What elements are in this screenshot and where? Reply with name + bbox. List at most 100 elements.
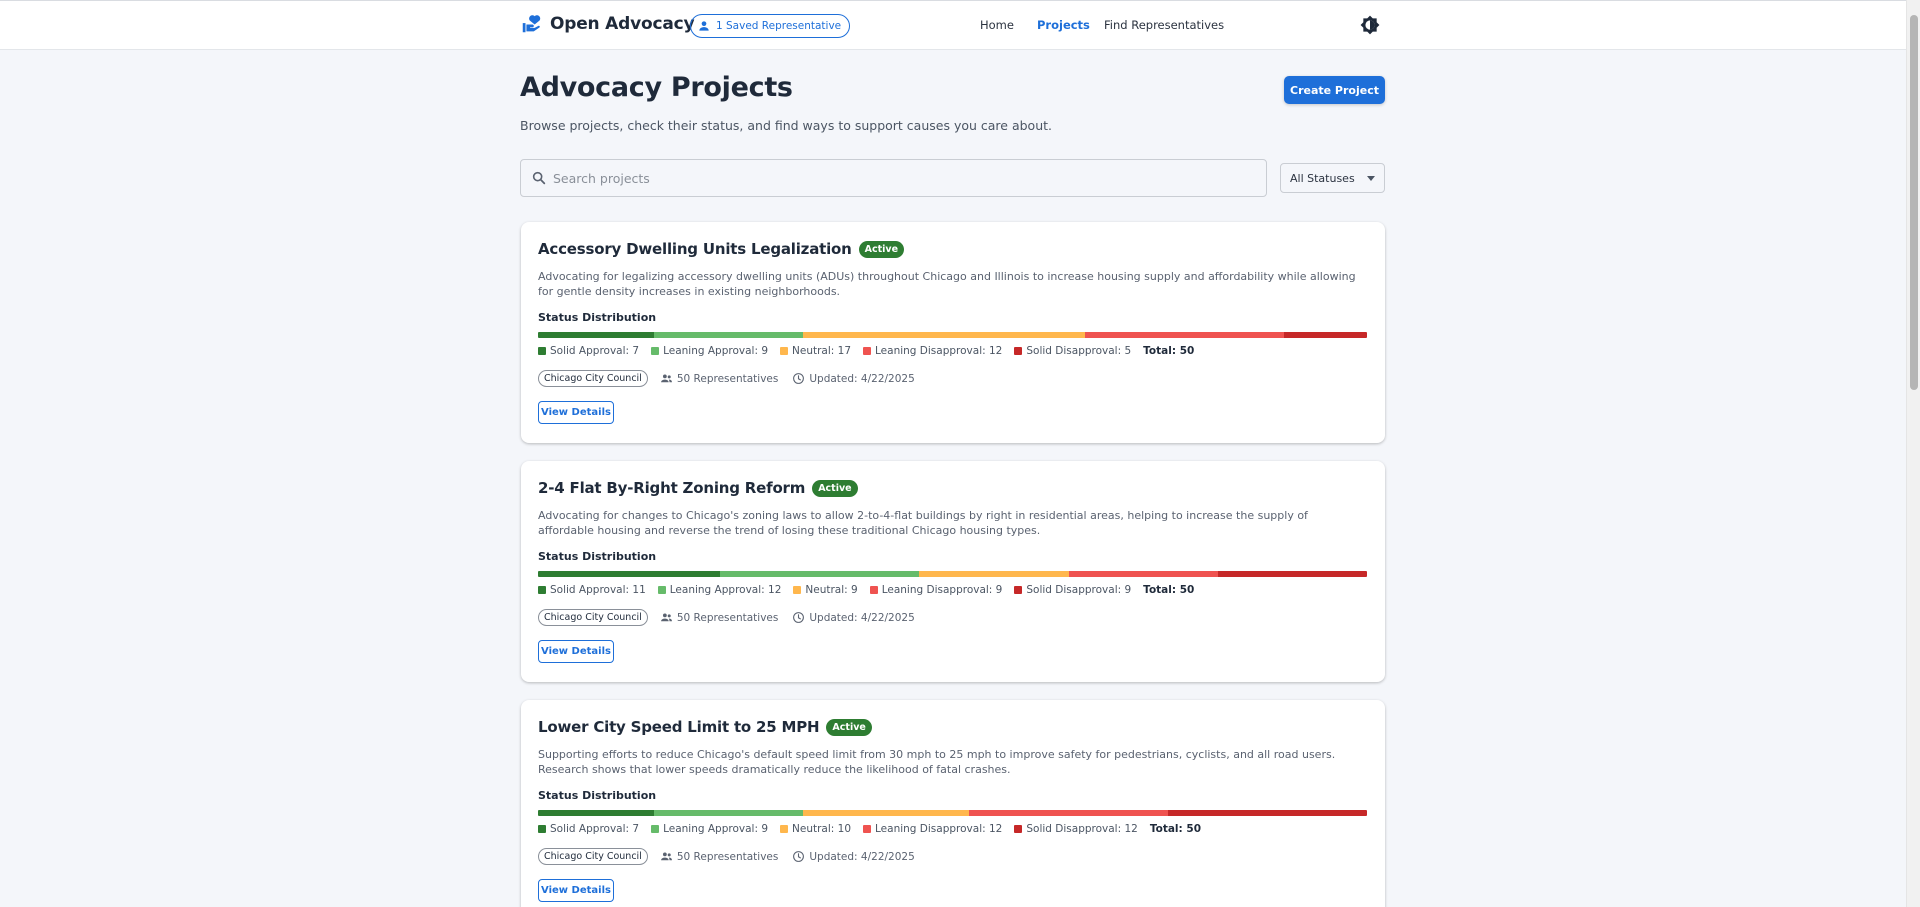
status-filter-value: All Statuses [1290, 171, 1355, 185]
status-legend: Solid Approval: 7 Leaning Approval: 9 Ne… [538, 345, 1194, 357]
legend-solid-disapproval: Solid Disapproval: 12 [1026, 823, 1138, 835]
status-distribution-label: Status Distribution [538, 311, 657, 324]
segment-leaning-disapproval [969, 810, 1169, 816]
page-subtitle: Browse projects, check their status, and… [520, 118, 1052, 133]
jurisdiction-chip: Chicago City Council [538, 370, 648, 387]
brand-logo-link[interactable]: Open Advocacy [520, 13, 695, 35]
status-badge: Active [826, 718, 872, 736]
legend-swatch [651, 347, 660, 355]
view-details-button[interactable]: View Details [538, 879, 614, 902]
search-input[interactable] [553, 170, 1233, 186]
people-icon [660, 852, 672, 861]
segment-neutral [803, 810, 970, 816]
project-card: Accessory Dwelling Units Legalization Ac… [521, 222, 1385, 443]
status-legend: Solid Approval: 11 Leaning Approval: 12 … [538, 584, 1194, 596]
representatives-count: 50 Representatives [676, 372, 779, 385]
nav-projects[interactable]: Projects [1037, 18, 1090, 32]
person-icon [699, 21, 709, 31]
segment-leaning-approval [654, 332, 804, 338]
advocacy-logo-icon [522, 15, 541, 33]
status-distribution-label: Status Distribution [538, 550, 657, 563]
clock-icon [793, 373, 805, 384]
people-icon [660, 374, 672, 383]
segment-leaning-disapproval [1068, 571, 1218, 577]
updated-date: Updated: 4/22/2025 [809, 611, 915, 624]
legend-leaning-disapproval: Leaning Disapproval: 9 [881, 584, 1003, 596]
legend-swatch [863, 825, 872, 833]
project-meta: Chicago City Council 50 Representatives … [538, 848, 929, 865]
segment-leaning-approval [720, 571, 920, 577]
legend-swatch [780, 825, 789, 833]
legend-swatch [538, 825, 546, 833]
segment-leaning-approval [654, 810, 804, 816]
saved-representatives-label: 1 Saved Representative [716, 20, 842, 32]
saved-representatives-button[interactable]: 1 Saved Representative [690, 14, 851, 38]
legend-total: Total: 50 [1143, 584, 1195, 596]
clock-icon [793, 612, 805, 623]
representatives-count: 50 Representatives [676, 850, 779, 863]
page-title: Advocacy Projects [520, 72, 793, 103]
segment-solid-disapproval [1217, 571, 1367, 577]
legend-swatch [651, 825, 660, 833]
legend-solid-disapproval: Solid Disapproval: 9 [1026, 584, 1132, 596]
legend-total: Total: 50 [1143, 345, 1195, 357]
project-description: Advocating for changes to Chicago's zoni… [538, 509, 1308, 537]
legend-neutral: Neutral: 10 [792, 823, 852, 835]
jurisdiction-chip: Chicago City Council [538, 848, 648, 865]
legend-swatch [780, 347, 789, 355]
status-legend: Solid Approval: 7 Leaning Approval: 9 Ne… [538, 823, 1201, 835]
search-icon [532, 171, 546, 185]
legend-leaning-disapproval: Leaning Disapproval: 12 [875, 823, 1003, 835]
create-project-button[interactable]: Create Project [1284, 76, 1385, 104]
legend-swatch [869, 586, 878, 594]
legend-swatch [1014, 586, 1023, 594]
legend-swatch [657, 586, 666, 594]
legend-swatch [1014, 347, 1023, 355]
app-name: Open Advocacy [550, 14, 695, 34]
legend-neutral: Neutral: 17 [792, 345, 852, 357]
status-distribution-bar [538, 571, 1367, 577]
view-details-button[interactable]: View Details [538, 401, 614, 424]
status-distribution-bar [538, 332, 1367, 338]
segment-neutral [803, 332, 1086, 338]
legend-total: Total: 50 [1149, 823, 1201, 835]
nav-home[interactable]: Home [980, 18, 1014, 32]
project-title[interactable]: Lower City Speed Limit to 25 MPH [538, 718, 820, 736]
nav-find-representatives[interactable]: Find Representatives [1104, 18, 1224, 32]
segment-leaning-disapproval [1085, 332, 1285, 338]
representatives-count: 50 Representatives [676, 611, 779, 624]
legend-leaning-approval: Leaning Approval: 9 [663, 345, 769, 357]
legend-leaning-disapproval: Leaning Disapproval: 12 [875, 345, 1003, 357]
legend-solid-approval: Solid Approval: 7 [550, 345, 640, 357]
theme-toggle-icon[interactable] [1360, 15, 1380, 35]
project-meta: Chicago City Council 50 Representatives … [538, 609, 929, 626]
status-distribution-bar [538, 810, 1367, 816]
status-distribution-label: Status Distribution [538, 789, 657, 802]
top-nav-bar: Open Advocacy 1 Saved Representative Hom… [0, 0, 1906, 50]
dropdown-caret-icon [1367, 176, 1375, 181]
project-card: 2-4 Flat By-Right Zoning Reform Active A… [521, 461, 1385, 682]
project-title[interactable]: 2-4 Flat By-Right Zoning Reform [538, 479, 805, 497]
segment-solid-approval [538, 571, 721, 577]
project-description: Advocating for legalizing accessory dwel… [538, 270, 1356, 298]
segment-solid-disapproval [1168, 810, 1367, 816]
status-filter-select[interactable]: All Statuses [1280, 163, 1385, 193]
jurisdiction-chip: Chicago City Council [538, 609, 648, 626]
scrollbar-thumb[interactable] [1910, 15, 1918, 390]
legend-solid-approval: Solid Approval: 7 [550, 823, 640, 835]
project-title[interactable]: Accessory Dwelling Units Legalization [538, 240, 852, 258]
legend-solid-disapproval: Solid Disapproval: 5 [1026, 345, 1132, 357]
segment-neutral [919, 571, 1069, 577]
status-badge: Active [858, 240, 905, 258]
search-field[interactable] [520, 159, 1267, 197]
legend-swatch [1014, 825, 1023, 833]
segment-solid-approval [538, 810, 655, 816]
view-details-button[interactable]: View Details [538, 640, 614, 663]
legend-swatch [538, 347, 546, 355]
clock-icon [793, 851, 805, 862]
project-description: Supporting efforts to reduce Chicago's d… [538, 748, 1336, 776]
legend-swatch [863, 347, 872, 355]
legend-leaning-approval: Leaning Approval: 9 [663, 823, 769, 835]
page-scrollbar[interactable] [1906, 0, 1920, 907]
segment-solid-approval [538, 332, 655, 338]
